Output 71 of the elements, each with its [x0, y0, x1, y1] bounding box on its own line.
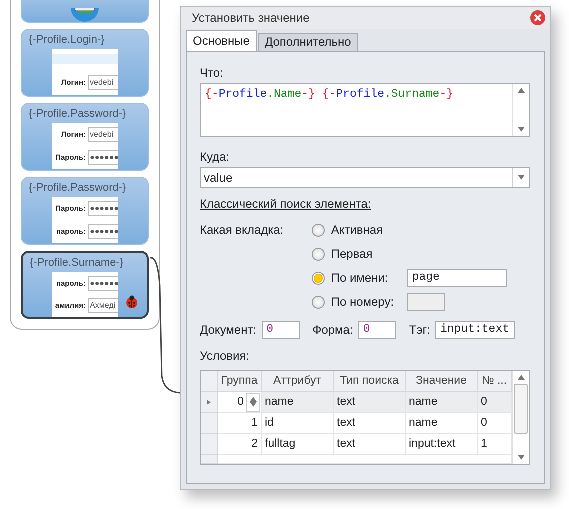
table-cell: 0	[238, 396, 244, 408]
close-icon[interactable]	[530, 10, 546, 26]
radio-button[interactable]	[312, 272, 326, 284]
preview-field: ●●●●●●	[88, 276, 118, 291]
column-header[interactable]: Аттрибут	[262, 371, 334, 392]
field-label: Тэг:	[409, 323, 430, 337]
input-field[interactable]: 0	[262, 321, 300, 339]
spinner-icon[interactable]	[246, 392, 260, 412]
card-title: {-Profile.Password-}	[29, 182, 126, 194]
radio-label[interactable]: Первая	[331, 247, 402, 261]
header-corner	[201, 371, 218, 392]
radio-button[interactable]	[312, 224, 326, 236]
row-header[interactable]	[201, 392, 218, 413]
section-link[interactable]: Классический поиск элемента:	[200, 197, 372, 211]
table-cell: 1	[478, 434, 512, 455]
table-cell: text	[334, 413, 406, 434]
field-label: Куда:	[200, 150, 231, 164]
radio-label[interactable]: По имени:	[331, 271, 402, 285]
column-header[interactable]: Тип поиска	[334, 371, 406, 392]
preview-bar	[52, 54, 118, 64]
scroll-up-icon[interactable]	[518, 88, 524, 93]
scroll-up-icon[interactable]	[518, 375, 524, 380]
card-title: {-Profile.Login-}	[29, 34, 105, 46]
input-field[interactable]: 0	[358, 321, 396, 339]
table-cell: fulltag	[262, 434, 334, 455]
preview-field: ●●●●●●	[88, 224, 118, 239]
globe-icon	[70, 8, 100, 22]
input-field[interactable]: input:text	[435, 321, 516, 339]
dropdown[interactable]: value	[200, 167, 530, 188]
tab[interactable]: Основные	[186, 30, 257, 51]
table-cell: text	[334, 434, 406, 455]
window-title: Установить значение	[192, 11, 310, 25]
table-cell: 2	[218, 434, 262, 455]
input-field[interactable]: page	[407, 269, 508, 287]
preview-field: ●●●●●●	[88, 201, 118, 216]
spin-down-icon[interactable]	[250, 402, 256, 407]
table-cell: 0	[478, 413, 512, 434]
field-label: Форма:	[312, 323, 354, 337]
table-cell: name	[406, 413, 478, 434]
table-cell: id	[262, 413, 334, 434]
preview-field: Ахмеді	[88, 298, 118, 314]
scroll-thumb[interactable]	[514, 384, 528, 434]
spin-up-icon[interactable]	[250, 397, 256, 402]
preview-field: vedebi	[88, 74, 118, 90]
tab[interactable]: Дополнительно	[258, 33, 358, 51]
card-title: {-Profile.Surname-}	[30, 257, 124, 269]
caret-icon[interactable]	[518, 175, 524, 180]
radio-label[interactable]: Активная	[331, 223, 402, 237]
column-header[interactable]: Группа	[218, 371, 262, 392]
column-header[interactable]: Значение	[406, 371, 478, 392]
field-label: Какая вкладка:	[200, 223, 285, 237]
scroll-down-icon[interactable]	[518, 127, 524, 132]
field-label: Что:	[200, 66, 224, 80]
card-title: {-Profile.Password-}	[29, 108, 126, 120]
expression-text: {-Profile.Name-} {-Profile.Surname-}	[204, 87, 454, 103]
table-cell: 0	[478, 392, 512, 413]
table-cell: name	[406, 392, 478, 413]
preview-field: vedebi	[88, 127, 118, 142]
new-row-cell[interactable]	[218, 455, 512, 464]
table-cell: name	[262, 392, 334, 413]
table-cell: 1	[218, 413, 262, 434]
preview-field: ●●●●●●	[88, 150, 118, 165]
table-cell: input:text	[406, 434, 478, 455]
text-area[interactable]: {-Profile.Name-} {-Profile.Surname-}	[200, 83, 530, 137]
row-pointer-icon[interactable]	[206, 400, 212, 404]
column-header[interactable]: № ...	[478, 371, 512, 392]
scroll-down-icon[interactable]	[518, 455, 524, 460]
field-label: Условия:	[200, 349, 251, 363]
field-label: Документ:	[200, 323, 257, 337]
radio-button[interactable]	[312, 248, 326, 260]
table-cell: text	[334, 392, 406, 413]
